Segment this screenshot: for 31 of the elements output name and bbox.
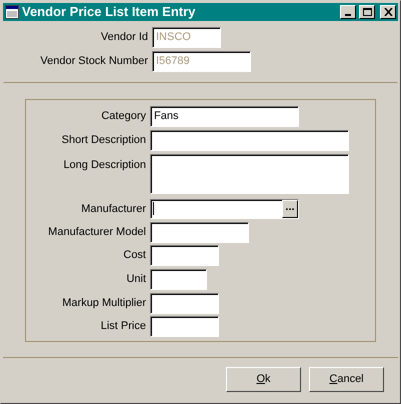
text-field[interactable]: Fans (150, 106, 299, 127)
field-label: Manufacturer Model (48, 225, 146, 240)
text-caret (153, 202, 154, 216)
field-label: Markup Multiplier (62, 296, 146, 312)
text-field[interactable] (150, 245, 219, 266)
field-label: Cost (123, 248, 146, 264)
text-field[interactable] (150, 269, 207, 290)
field-label: Vendor Stock Number (40, 54, 148, 70)
window-icon (5, 5, 19, 19)
field-label: Unit (126, 272, 146, 288)
close-icon (384, 8, 392, 16)
dialog-button[interactable]: Ok (226, 367, 301, 392)
close-button[interactable] (380, 5, 396, 19)
field-label: Short Description (62, 133, 146, 148)
maximize-icon (362, 8, 372, 16)
field-label: List Price (100, 319, 146, 334)
text-field[interactable] (150, 293, 219, 314)
field-label: Manufacturer (81, 202, 146, 217)
field-label: Category (101, 109, 146, 124)
text-field[interactable] (150, 222, 249, 243)
window-title: Vendor Price List Item Entry (22, 3, 196, 22)
field-label: Vendor Id (100, 30, 148, 46)
text-field[interactable] (150, 316, 219, 337)
minimize-button[interactable] (340, 5, 356, 19)
text-area[interactable] (150, 154, 349, 194)
maximize-button[interactable] (359, 5, 375, 19)
browse-button[interactable]: ... (282, 200, 298, 218)
dialog-button[interactable]: Cancel (309, 367, 384, 392)
text-field[interactable] (150, 130, 349, 151)
lookup-field[interactable]: ... (150, 199, 299, 219)
field-label: Long Description (63, 158, 146, 173)
